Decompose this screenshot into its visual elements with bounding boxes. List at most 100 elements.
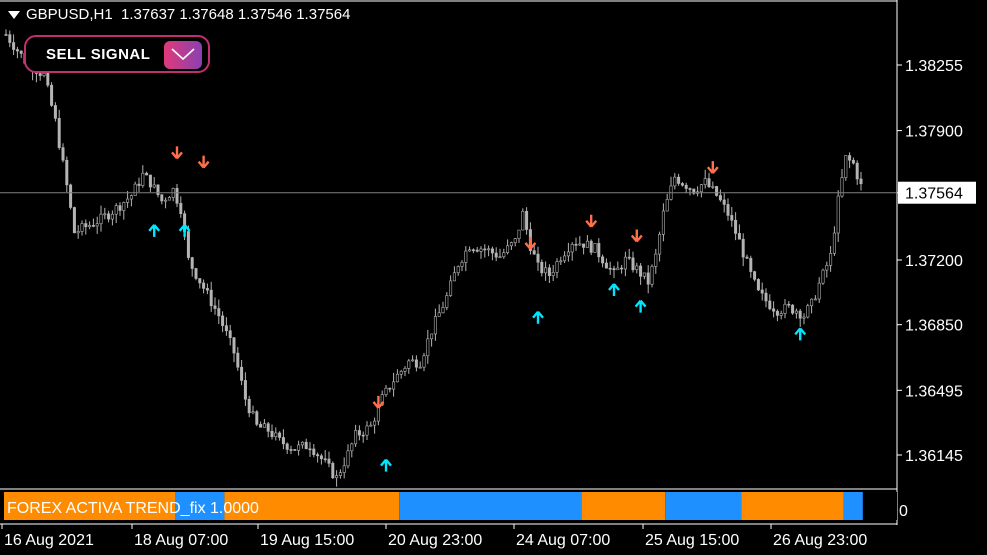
candle-body — [148, 174, 152, 188]
candle-body — [772, 308, 776, 312]
candle-body — [680, 183, 684, 186]
chevron-down-icon[interactable] — [8, 11, 20, 20]
x-tick-label: 20 Aug 23:00 — [388, 532, 482, 549]
candle-body — [156, 184, 160, 196]
y-tick-label: 1.37200 — [905, 253, 963, 270]
x-tick-label: 16 Aug 2021 — [4, 532, 94, 549]
current-price-label: 1.37564 — [905, 186, 963, 203]
candle-body — [612, 268, 616, 271]
candle-body — [677, 176, 681, 184]
sell-signal-button[interactable]: SELL SIGNAL — [24, 35, 210, 73]
candle-body — [407, 360, 411, 369]
candle-body — [107, 213, 111, 220]
candle-body — [726, 204, 730, 216]
candle-body — [441, 307, 445, 314]
candle-body — [354, 430, 358, 445]
candle-body — [160, 194, 164, 202]
candle-body — [331, 463, 335, 479]
candle-body — [346, 450, 350, 467]
candle-body — [361, 434, 365, 437]
buy-arrow-icon — [532, 310, 544, 324]
candle-body — [760, 289, 764, 294]
envelope-icon[interactable] — [164, 41, 202, 69]
candle-body — [414, 359, 418, 368]
candle-body — [205, 288, 209, 291]
candle-body — [521, 210, 525, 231]
candle-body — [304, 441, 308, 450]
candle-body — [122, 202, 126, 211]
candle-body — [589, 240, 593, 253]
candle-body — [403, 368, 407, 372]
candle-body — [145, 172, 149, 176]
candle-body — [585, 240, 589, 248]
x-tick-label: 24 Aug 07:00 — [516, 532, 610, 549]
candle-body — [57, 118, 61, 148]
candle-body — [829, 253, 833, 266]
sell-arrow-icon — [197, 155, 210, 169]
candle-body — [646, 272, 650, 285]
candle-body — [167, 197, 171, 201]
candle-body — [764, 292, 768, 302]
candle-body — [221, 315, 225, 326]
candle-body — [12, 42, 16, 50]
candle-body — [369, 424, 373, 427]
candle-body — [711, 186, 715, 188]
candle-body — [308, 448, 312, 451]
candle-body — [445, 295, 449, 308]
y-tick-label: 1.36850 — [905, 318, 963, 335]
candle-body — [650, 266, 654, 285]
candle-body — [335, 475, 339, 479]
candle-body — [563, 255, 567, 262]
candle-body — [825, 265, 829, 271]
candle-body — [110, 213, 114, 220]
trend-segment — [399, 492, 582, 520]
y-tick-label: 1.37900 — [905, 124, 963, 141]
trend-segment — [843, 492, 863, 520]
candle-body — [357, 430, 361, 436]
candle-body — [198, 278, 202, 284]
candle-body — [190, 257, 194, 269]
indicator-axis-glyph: 0 — [899, 503, 908, 520]
candle-body — [350, 443, 354, 452]
candle-body — [152, 184, 156, 188]
candle-body — [578, 243, 582, 246]
buy-arrow-icon — [634, 299, 647, 313]
candle-body — [133, 183, 137, 196]
candle-body — [395, 373, 399, 383]
candle-body — [547, 267, 551, 277]
candle-body — [707, 178, 711, 187]
candle-body — [540, 261, 544, 274]
candle-body — [490, 248, 494, 254]
candle-body — [95, 223, 99, 227]
candle-body — [566, 251, 570, 257]
candle-body — [247, 398, 251, 414]
candle-body — [756, 279, 760, 291]
candle-body — [608, 267, 612, 270]
candle-body — [240, 366, 244, 381]
candle-body — [141, 172, 145, 186]
candle-body — [323, 458, 327, 461]
trend-segment — [741, 492, 844, 520]
candle-body — [327, 458, 331, 464]
candle-body — [502, 252, 506, 258]
candle-body — [338, 472, 342, 476]
candle-body — [84, 223, 88, 228]
candle-body — [255, 411, 259, 425]
candle-body — [737, 233, 741, 240]
chart-header: GBPUSD,H1 1.37637 1.37648 1.37546 1.3756… — [8, 6, 350, 23]
candle-body — [631, 257, 635, 271]
candle-body — [513, 238, 517, 243]
candle-body — [848, 155, 852, 161]
candle-body — [418, 366, 422, 369]
candle-body — [91, 225, 95, 227]
candle-body — [688, 188, 692, 190]
candle-body — [213, 305, 217, 309]
x-tick-label: 25 Aug 15:00 — [645, 532, 739, 549]
candle-body — [422, 355, 426, 368]
candle-body — [384, 387, 388, 395]
buy-arrow-icon — [148, 224, 161, 237]
candle-body — [243, 380, 247, 400]
candle-body — [456, 266, 460, 274]
candle-body — [433, 316, 437, 335]
candle-body — [749, 258, 753, 272]
